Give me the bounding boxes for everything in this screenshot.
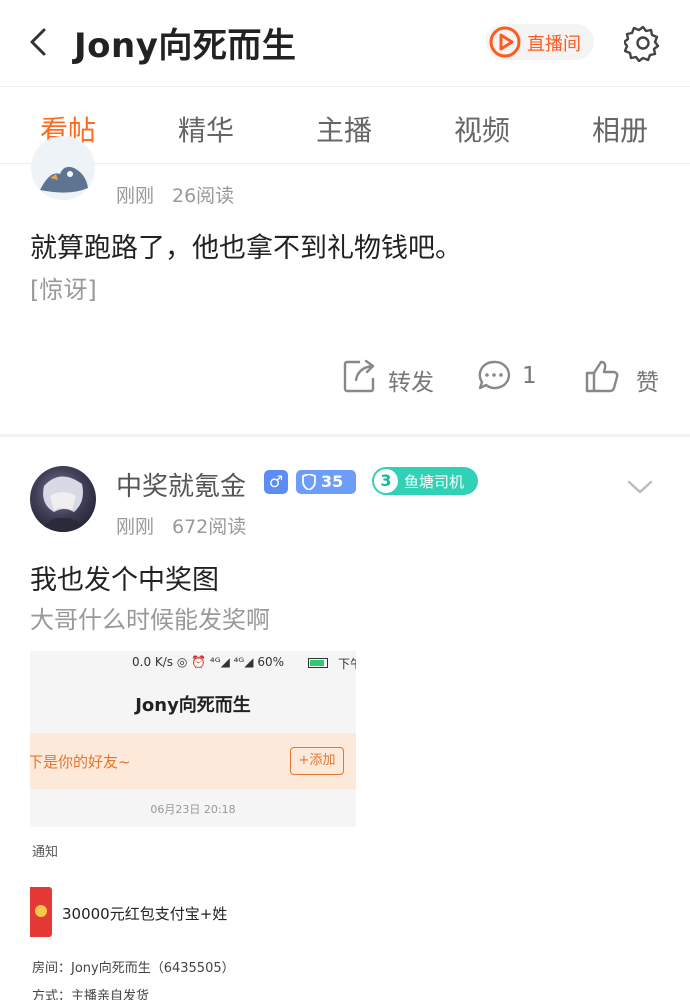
- method-text: 方式：主播亲自发货: [32, 989, 150, 1000]
- post-image[interactable]: 0.0 K/s ◎ ⏰ ⁴ᴳ◢ ⁴ᴳ◢ 60% 下午 Jony向死而生 下是你的…: [30, 651, 356, 1000]
- post-divider: [0, 434, 690, 437]
- avatar[interactable]: [30, 130, 96, 202]
- read-count: 672阅读: [172, 516, 247, 538]
- level-number: 35: [321, 472, 344, 491]
- post-emote: [惊讶]: [30, 276, 97, 304]
- chevron-down-icon[interactable]: [626, 478, 654, 496]
- tab-featured[interactable]: 精华: [178, 109, 234, 149]
- add-friend-button: +添加: [290, 747, 344, 775]
- tab-videos[interactable]: 视频: [454, 109, 510, 149]
- fan-level: 3: [374, 469, 398, 493]
- tab-streamer[interactable]: 主播: [316, 109, 372, 149]
- gear-icon[interactable]: [624, 24, 662, 62]
- post-text: 就算跑路了，他也拿不到礼物钱吧。: [30, 233, 462, 264]
- post-actions: 转发 1 赞: [0, 356, 690, 400]
- thumbs-up-icon: [585, 360, 619, 393]
- author-name[interactable]: 中奖就氪金: [116, 466, 246, 503]
- fan-badge: 3 鱼塘司机: [372, 467, 478, 495]
- battery-icon: [308, 658, 328, 668]
- banner-text: 下是你的好友~: [30, 753, 131, 771]
- male-badge: ♂: [264, 470, 288, 494]
- share-label: 转发: [388, 370, 434, 396]
- post-text: 我也发个中奖图: [30, 565, 219, 596]
- notice-label: 通知: [32, 845, 59, 860]
- chevron-left-icon[interactable]: [24, 24, 54, 60]
- status-bar: 0.0 K/s ◎ ⏰ ⁴ᴳ◢ ⁴ᴳ◢ 60%: [132, 655, 285, 669]
- live-room-label: 直播间: [527, 34, 581, 55]
- level-badge: 35: [296, 470, 356, 494]
- post-time: 刚刚: [116, 185, 155, 207]
- comment-count: 1: [522, 363, 537, 389]
- tab-albums[interactable]: 相册: [592, 109, 648, 149]
- read-count: 26阅读: [172, 185, 235, 207]
- live-room-button[interactable]: 直播间: [486, 24, 594, 60]
- message-date: 06月23日 20:18: [150, 803, 236, 816]
- prize-text: 30000元红包支付宝+姓: [62, 905, 228, 923]
- shield-icon: [302, 474, 316, 490]
- fan-title: 鱼塘司机: [404, 473, 465, 491]
- top-bar: Jony向死而生 直播间: [0, 0, 690, 86]
- red-envelope-icon: [30, 887, 52, 937]
- play-circle-icon: [489, 26, 521, 58]
- screenshot-title: Jony向死而生: [135, 695, 251, 716]
- tab-bar: 看帖 精华 主播 视频 相册: [0, 86, 690, 164]
- comment-icon: [478, 360, 511, 390]
- share-icon: [343, 359, 375, 393]
- notice-card: 通知 30000元红包支付宝+姓 房间：Jony向死而生（6435505） 方式…: [30, 827, 356, 1000]
- status-time: 下午: [338, 657, 356, 671]
- like-label: 赞: [636, 370, 659, 396]
- post-subtext: 大哥什么时候能发奖啊: [30, 606, 270, 634]
- room-text: 房间：Jony向死而生（6435505）: [32, 961, 235, 976]
- post-time: 刚刚: [116, 516, 155, 538]
- page-title: Jony向死而生: [74, 26, 297, 66]
- avatar[interactable]: [30, 466, 96, 532]
- friend-banner: 下是你的好友~ +添加: [30, 733, 356, 789]
